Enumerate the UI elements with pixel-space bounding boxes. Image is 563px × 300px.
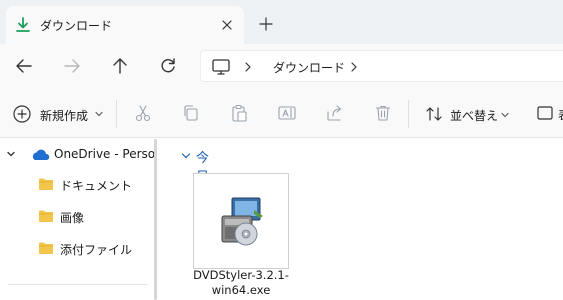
file-name[interactable]: DVDStyler-3.2.1- win64.exe <box>184 268 298 298</box>
cut-icon[interactable] <box>133 103 153 123</box>
sort-button-label: 並べ替え <box>450 109 499 123</box>
nav-divider <box>8 284 148 285</box>
navigation-bar: ダウンロード <box>0 44 563 88</box>
toolbar-separator <box>408 100 409 128</box>
tab-downloads[interactable]: ダウンロード <box>6 6 244 44</box>
nav-item-label: 添付ファイル <box>60 243 133 257</box>
new-button-label: 新規作成 <box>40 109 89 123</box>
command-bar: 新規作成 並べ替え <box>0 88 563 138</box>
nav-item-label: ドキュメント <box>60 179 133 193</box>
tab-title: ダウンロード <box>40 19 113 33</box>
chevron-down-icon[interactable] <box>6 149 16 159</box>
view-icon[interactable] <box>535 103 555 123</box>
chevron-down-icon <box>501 112 509 118</box>
close-icon[interactable] <box>218 16 236 34</box>
view-button-label: 表 <box>558 106 563 120</box>
add-icon <box>13 105 31 123</box>
tab-strip: ダウンロード <box>0 0 563 44</box>
nav-item-documents[interactable]: ドキュメント <box>0 171 156 197</box>
delete-icon[interactable] <box>373 103 393 123</box>
sort-icon <box>426 107 442 121</box>
share-icon[interactable] <box>325 103 345 123</box>
rename-icon[interactable] <box>277 103 297 123</box>
navigation-pane: OneDrive - Persona ドキュメント 画像 添付ファイル <box>0 139 160 300</box>
chevron-right-icon[interactable] <box>241 58 255 76</box>
forward-icon[interactable] <box>60 54 84 78</box>
up-icon[interactable] <box>108 54 132 78</box>
chevron-right-icon[interactable] <box>347 58 361 76</box>
nav-item-label: 画像 <box>60 211 85 225</box>
nav-item-onedrive[interactable]: OneDrive - Persona <box>0 141 156 167</box>
onedrive-icon <box>32 149 50 160</box>
file-name-line1: DVDStyler-3.2.1- <box>193 268 289 282</box>
file-name-line2: win64.exe <box>211 283 271 297</box>
file-item[interactable] <box>193 173 289 269</box>
chevron-down-icon <box>95 111 103 117</box>
folder-icon <box>39 210 53 222</box>
nav-item-pictures[interactable]: 画像 <box>0 203 156 229</box>
copy-icon[interactable] <box>181 103 201 123</box>
computer-icon <box>212 59 230 75</box>
file-explorer-window: ダウンロード ダウンロード 新規作成 並べ替え OneDrive - Perso… <box>0 0 563 300</box>
new-tab-icon[interactable] <box>256 14 276 34</box>
folder-icon <box>39 178 53 190</box>
chevron-down-icon <box>181 153 191 159</box>
paste-icon[interactable] <box>229 103 249 123</box>
nav-item-attachments[interactable]: 添付ファイル <box>0 235 156 261</box>
breadcrumb-downloads[interactable]: ダウンロード <box>273 59 345 76</box>
nav-scrollbar[interactable] <box>154 139 157 300</box>
address-bar[interactable]: ダウンロード <box>200 50 563 82</box>
folder-icon <box>39 242 53 254</box>
toolbar-separator <box>116 100 117 128</box>
nav-item-label: OneDrive - Persona <box>54 147 154 161</box>
download-icon <box>16 17 30 32</box>
refresh-icon[interactable] <box>156 54 180 78</box>
installer-icon <box>221 197 263 246</box>
back-icon[interactable] <box>12 54 36 78</box>
